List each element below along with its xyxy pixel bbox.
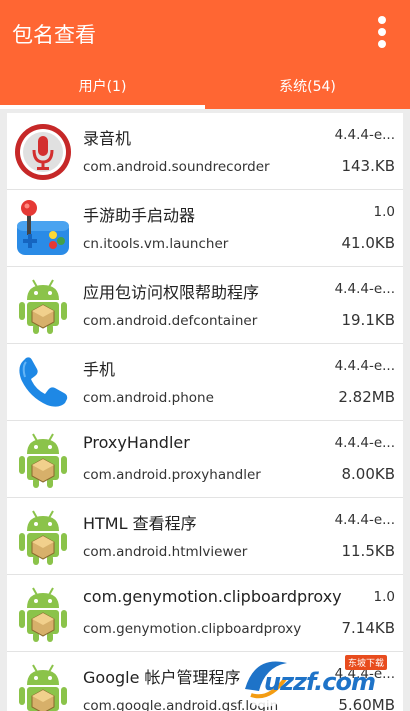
package-name: com.genymotion.clipboardproxy [83,621,302,637]
phone-icon [19,357,68,407]
app-version: 1.0 [373,589,395,605]
list-item[interactable]: HTML 查看程序 com.android.htmlviewer 4.4.4-e… [7,498,403,575]
tab-user[interactable]: 用户(1) [0,65,205,109]
app-version: 4.4.4-e... [334,127,395,143]
package-name: com.android.defcontainer [83,313,258,329]
app-name: 手机 [83,360,116,379]
list-item[interactable]: ProxyHandler com.android.proxyhandler 4.… [7,421,403,498]
package-name: cn.itools.vm.launcher [83,236,229,252]
watermark-text: uzzf.com [264,668,376,696]
app-size: 41.0KB [341,234,395,252]
tab-system-label: 系统(54) [279,79,336,95]
app-version: 4.4.4-e... [334,435,395,451]
list-item[interactable]: 录音机 com.android.soundrecorder 4.4.4-e...… [7,113,403,190]
app-name: Google 帐户管理程序 [83,668,241,687]
package-name: com.android.htmlviewer [83,544,248,560]
android-icon [19,510,67,565]
app-name: 录音机 [83,129,132,148]
android-icon [19,587,67,642]
app-version: 4.4.4-e... [334,358,395,374]
tab-bar: 用户(1) 系统(54) [0,65,410,109]
android-icon [19,664,67,711]
package-name: com.android.soundrecorder [83,159,270,175]
app-bar: 包名查看 [0,0,410,65]
list-item[interactable]: com.genymotion.clipboardproxy com.genymo… [7,575,403,652]
app-name: 手游助手启动器 [83,206,196,225]
app-name: HTML 查看程序 [83,514,197,533]
app-version: 1.0 [373,204,395,220]
list-item[interactable]: 应用包访问权限帮助程序 com.android.defcontainer 4.4… [7,267,403,344]
app-size: 2.82MB [338,388,395,406]
joystick-icon [17,200,69,255]
app-version: 4.4.4-e... [334,512,395,528]
package-name: com.android.phone [83,390,214,406]
list-item[interactable]: 手游助手启动器 cn.itools.vm.launcher 1.0 41.0KB [7,190,403,267]
android-icon [19,279,67,334]
app-size: 8.00KB [341,465,395,483]
app-title: 包名查看 [12,23,96,47]
app-size: 11.5KB [341,542,395,560]
package-name: com.android.proxyhandler [83,467,261,483]
tab-system[interactable]: 系统(54) [205,65,410,109]
app-name: com.genymotion.clipboardproxy [83,587,342,606]
app-version: 4.4.4-e... [334,281,395,297]
app-size: 7.14KB [341,619,395,637]
app-size: 19.1KB [341,311,395,329]
tab-indicator [0,105,205,109]
app-size: 143.KB [341,157,395,175]
app-name: 应用包访问权限帮助程序 [83,283,260,302]
microphone-icon [15,124,71,180]
overflow-menu-icon[interactable] [376,16,388,50]
tab-user-label: 用户(1) [78,79,127,95]
android-icon [19,433,67,488]
app-list[interactable]: 录音机 com.android.soundrecorder 4.4.4-e...… [7,113,403,711]
app-name: ProxyHandler [83,433,190,452]
list-item[interactable]: 手机 com.android.phone 4.4.4-e... 2.82MB [7,344,403,421]
